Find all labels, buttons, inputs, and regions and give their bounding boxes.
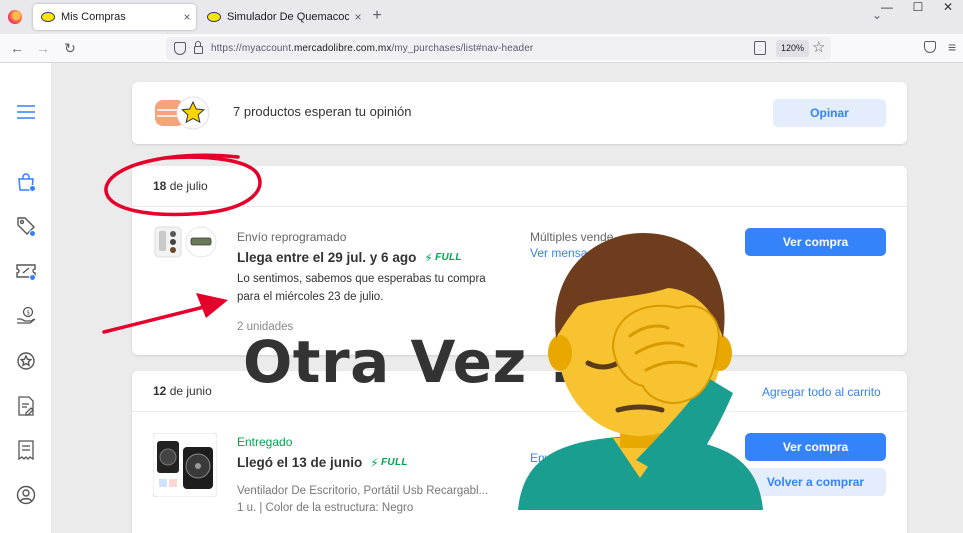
firefox-icon	[8, 10, 22, 24]
full-badge: ⚡ FULL	[424, 250, 462, 265]
lock-icon[interactable]	[194, 41, 203, 54]
bookmark-star-icon[interactable]: ☆	[812, 38, 825, 56]
minimize-icon[interactable]: —	[872, 0, 902, 16]
delivery-headline: Llegó el 13 de junio ⚡ FULL	[237, 455, 408, 470]
zoom-level[interactable]: 120%	[776, 40, 810, 57]
notification-dot	[29, 274, 36, 281]
maximize-icon[interactable]: ☐	[903, 0, 933, 16]
forward-icon[interactable]: →	[34, 39, 52, 57]
url-bar[interactable]: https://myaccount.mercadolibre.com.mx/my…	[166, 37, 831, 60]
divider	[132, 206, 907, 207]
close-tab-icon[interactable]: ×	[178, 10, 196, 24]
mercadolibre-favicon-icon	[207, 12, 221, 22]
order-date: 18 de julio	[153, 179, 208, 193]
product-thumbnail	[154, 226, 217, 258]
svg-text:$: $	[26, 310, 30, 317]
close-window-icon[interactable]: ✕	[933, 0, 963, 16]
app-menu-icon[interactable]: ≡	[948, 39, 956, 55]
notification-dot	[29, 185, 36, 192]
bolt-icon: ⚡	[370, 455, 380, 470]
tab-simulador[interactable]: Simulador De Quemacocos Un ×	[199, 4, 367, 30]
add-all-to-cart-link[interactable]: Agregar todo al carrito	[762, 385, 881, 399]
bolt-icon: ⚡	[424, 250, 434, 265]
order-date: 12 de junio	[153, 384, 212, 398]
tab-title: Simulador De Quemacocos Un	[227, 11, 349, 23]
pocket-icon[interactable]	[924, 41, 936, 53]
order-status: Envío reprogramado	[237, 230, 347, 244]
browser-navbar: ← → ↻ https://myaccount.mercadolibre.com…	[0, 34, 963, 63]
product-title[interactable]: Ventilador De Escritorio, Portátil Usb R…	[237, 485, 488, 497]
volver-a-comprar-button[interactable]: Volver a comprar	[745, 468, 886, 496]
star-circle-icon[interactable]	[15, 350, 37, 372]
mercadolibre-favicon-icon	[41, 12, 55, 22]
order-status: Entregado	[237, 435, 293, 449]
money-hand-icon[interactable]: $	[15, 305, 37, 327]
menu-icon[interactable]	[15, 101, 37, 123]
document-edit-icon[interactable]	[15, 395, 37, 417]
close-tab-icon[interactable]: ×	[349, 10, 367, 24]
tracking-shield-icon[interactable]	[174, 42, 186, 55]
ticket-icon[interactable]	[15, 260, 37, 282]
ver-compra-button[interactable]: Ver compra	[745, 228, 886, 256]
back-icon[interactable]: ←	[8, 39, 26, 57]
review-prompt-text: 7 productos esperan tu opinión	[233, 104, 412, 119]
user-icon[interactable]	[15, 484, 37, 506]
receipt-icon[interactable]	[15, 439, 37, 461]
tag-icon[interactable]	[15, 215, 37, 237]
product-thumbnail-fan	[153, 433, 217, 497]
man-facepalming-emoji	[518, 233, 763, 510]
product-thumbnail-stack-icon	[155, 96, 210, 130]
sidebar: $	[0, 63, 52, 533]
delivery-headline: Llega entre el 29 jul. y 6 ago ⚡ FULL	[237, 250, 462, 265]
notification-dot	[29, 230, 36, 237]
product-variant: 1 u. | Color de la estructura: Negro	[237, 502, 414, 514]
browser-tabbar: Mis Compras × Simulador De Quemacocos Un…	[0, 0, 963, 34]
opinar-button[interactable]: Opinar	[773, 99, 886, 127]
full-badge: ⚡ FULL	[370, 455, 408, 470]
ver-compra-button[interactable]: Ver compra	[745, 433, 886, 461]
shopping-bag-icon[interactable]	[15, 171, 37, 193]
new-tab-icon[interactable]: +	[368, 7, 386, 25]
tab-title: Mis Compras	[61, 11, 126, 23]
delay-message: Lo sentimos, sabemos que esperabas tu co…	[237, 273, 486, 303]
reload-icon[interactable]: ↻	[61, 39, 79, 57]
review-prompt-card: 7 productos esperan tu opinión Opinar	[132, 82, 907, 144]
reader-view-icon[interactable]	[754, 41, 766, 55]
tab-mis-compras[interactable]: Mis Compras ×	[33, 4, 196, 30]
url-text[interactable]: https://myaccount.mercadolibre.com.mx/my…	[211, 43, 533, 54]
